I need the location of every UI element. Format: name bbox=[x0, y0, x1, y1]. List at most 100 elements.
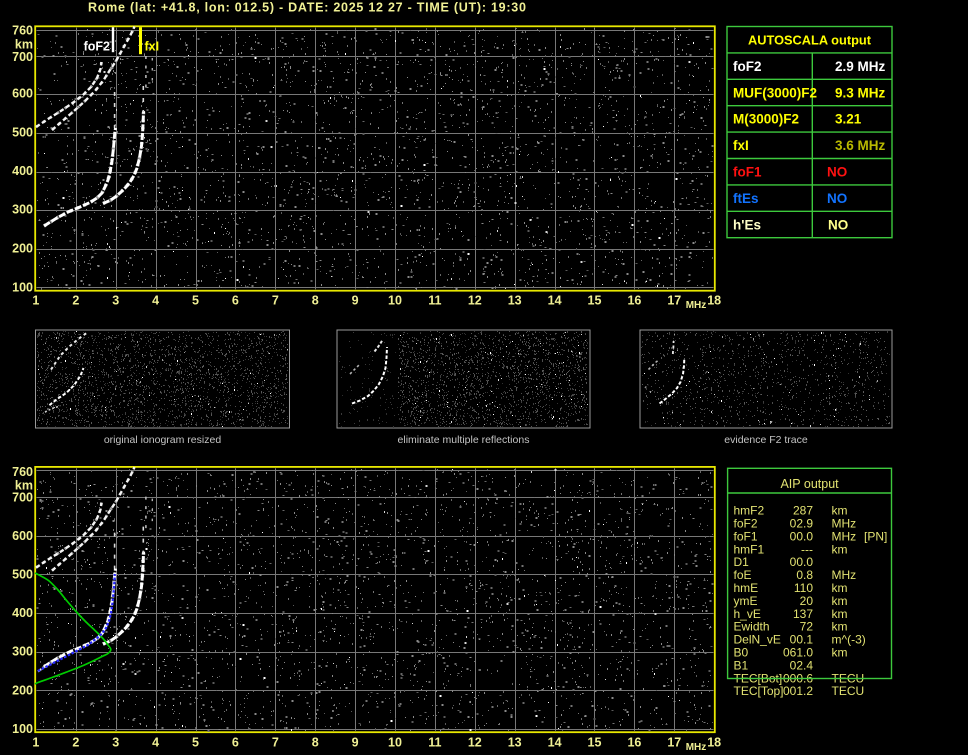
svg-text:MHz: MHz bbox=[832, 529, 857, 543]
svg-text:3.21: 3.21 bbox=[835, 112, 862, 127]
svg-text:ymE: ymE bbox=[734, 594, 758, 608]
svg-text:0.8: 0.8 bbox=[796, 568, 813, 582]
svg-text:NO: NO bbox=[827, 165, 847, 180]
svg-text:h'Es: h'Es bbox=[733, 217, 761, 232]
svg-text:km: km bbox=[832, 581, 848, 595]
svg-text:100: 100 bbox=[12, 280, 33, 294]
svg-text:100: 100 bbox=[12, 722, 33, 736]
svg-text:13: 13 bbox=[508, 736, 522, 750]
svg-text:5: 5 bbox=[192, 736, 199, 750]
svg-text:12: 12 bbox=[468, 294, 482, 308]
svg-text:300: 300 bbox=[12, 644, 33, 658]
svg-text:16: 16 bbox=[627, 736, 641, 750]
svg-text:6: 6 bbox=[232, 736, 239, 750]
svg-text:10: 10 bbox=[388, 294, 402, 308]
svg-text:km: km bbox=[832, 607, 848, 621]
svg-text:400: 400 bbox=[12, 606, 33, 620]
svg-text:7: 7 bbox=[272, 294, 279, 308]
svg-text:hmF1: hmF1 bbox=[734, 542, 765, 556]
svg-text:Rome (lat: +41.8, lon: 012.5): Rome (lat: +41.8, lon: 012.5) - DATE: 20… bbox=[88, 1, 527, 15]
svg-text:00.0: 00.0 bbox=[790, 529, 814, 543]
svg-text:TEC[Top]: TEC[Top] bbox=[734, 684, 784, 698]
svg-text:110: 110 bbox=[794, 581, 813, 595]
svg-text:MHz: MHz bbox=[686, 300, 707, 311]
svg-text:7: 7 bbox=[272, 736, 279, 750]
svg-text:ftEs: ftEs bbox=[733, 191, 759, 206]
svg-text:9: 9 bbox=[352, 736, 359, 750]
svg-text:foF1: foF1 bbox=[734, 529, 758, 543]
svg-text:8: 8 bbox=[312, 294, 319, 308]
svg-text:AIP output: AIP output bbox=[780, 477, 839, 491]
svg-text:foF2: foF2 bbox=[733, 59, 762, 74]
svg-text:km: km bbox=[832, 646, 848, 660]
svg-text:00.1: 00.1 bbox=[790, 633, 814, 647]
svg-text:MHz: MHz bbox=[832, 568, 857, 582]
svg-text:m^(-3): m^(-3) bbox=[832, 633, 866, 647]
svg-text:16: 16 bbox=[627, 294, 641, 308]
svg-text:200: 200 bbox=[12, 241, 33, 255]
svg-text:hmF2: hmF2 bbox=[734, 504, 765, 518]
svg-text:km: km bbox=[832, 504, 848, 518]
svg-text:foF2: foF2 bbox=[734, 517, 758, 531]
svg-text:3: 3 bbox=[112, 294, 119, 308]
svg-text:evidence F2 trace: evidence F2 trace bbox=[724, 434, 808, 446]
svg-text:2: 2 bbox=[72, 294, 79, 308]
svg-text:8: 8 bbox=[312, 736, 319, 750]
svg-text:3: 3 bbox=[112, 736, 119, 750]
svg-text:1: 1 bbox=[32, 294, 39, 308]
svg-text:foF2: foF2 bbox=[84, 40, 110, 54]
svg-text:fxI: fxI bbox=[733, 138, 749, 153]
svg-text:760: 760 bbox=[12, 465, 33, 479]
svg-text:6: 6 bbox=[232, 294, 239, 308]
svg-text:M(3000)F2: M(3000)F2 bbox=[733, 112, 799, 127]
svg-text:00.0: 00.0 bbox=[790, 555, 814, 569]
svg-text:15: 15 bbox=[588, 736, 602, 750]
svg-text:600: 600 bbox=[12, 529, 33, 543]
svg-text:2: 2 bbox=[72, 736, 79, 750]
svg-text:2.9 MHz: 2.9 MHz bbox=[835, 59, 886, 74]
svg-text:9.3 MHz: 9.3 MHz bbox=[835, 85, 886, 100]
svg-text:3.6 MHz: 3.6 MHz bbox=[835, 138, 886, 153]
svg-text:17: 17 bbox=[667, 736, 681, 750]
svg-text:h_vE: h_vE bbox=[734, 607, 761, 621]
svg-text:20: 20 bbox=[800, 594, 814, 608]
svg-text:[PN]: [PN] bbox=[864, 529, 887, 543]
svg-text:4: 4 bbox=[152, 736, 159, 750]
svg-text:600: 600 bbox=[12, 86, 33, 100]
svg-text:B0: B0 bbox=[734, 646, 749, 660]
svg-text:10: 10 bbox=[388, 736, 402, 750]
svg-text:02.4: 02.4 bbox=[790, 658, 814, 672]
svg-text:200: 200 bbox=[12, 683, 33, 697]
svg-text:14: 14 bbox=[548, 736, 562, 750]
svg-text:D1: D1 bbox=[734, 555, 750, 569]
svg-text:fxI: fxI bbox=[145, 40, 160, 54]
svg-text:9: 9 bbox=[352, 294, 359, 308]
svg-text:NO: NO bbox=[828, 217, 848, 232]
svg-text:500: 500 bbox=[12, 567, 33, 581]
svg-text:02.9: 02.9 bbox=[790, 517, 814, 531]
svg-text:AUTOSCALA output: AUTOSCALA output bbox=[748, 33, 872, 48]
svg-text:11: 11 bbox=[428, 294, 441, 308]
svg-text:MHz: MHz bbox=[832, 517, 857, 531]
svg-text:eliminate multiple reflections: eliminate multiple reflections bbox=[398, 434, 530, 446]
svg-text:foE: foE bbox=[734, 568, 752, 582]
svg-text:---: --- bbox=[801, 542, 813, 556]
svg-text:4: 4 bbox=[152, 294, 159, 308]
svg-text:13: 13 bbox=[508, 294, 522, 308]
svg-text:km: km bbox=[832, 542, 848, 556]
svg-text:Ewidth: Ewidth bbox=[734, 620, 770, 634]
svg-text:061.0: 061.0 bbox=[783, 646, 813, 660]
svg-text:700: 700 bbox=[12, 50, 33, 64]
svg-text:18: 18 bbox=[707, 736, 721, 750]
svg-text:hmE: hmE bbox=[734, 581, 759, 595]
svg-text:km: km bbox=[832, 620, 848, 634]
svg-text:14: 14 bbox=[548, 294, 562, 308]
svg-text:18: 18 bbox=[707, 294, 721, 308]
svg-text:287: 287 bbox=[793, 504, 813, 518]
svg-text:1: 1 bbox=[32, 736, 39, 750]
svg-text:TECU: TECU bbox=[832, 684, 865, 698]
svg-text:5: 5 bbox=[192, 294, 199, 308]
svg-text:DelN_vE: DelN_vE bbox=[734, 633, 781, 647]
svg-text:MHz: MHz bbox=[686, 742, 707, 753]
svg-text:foF1: foF1 bbox=[733, 165, 762, 180]
